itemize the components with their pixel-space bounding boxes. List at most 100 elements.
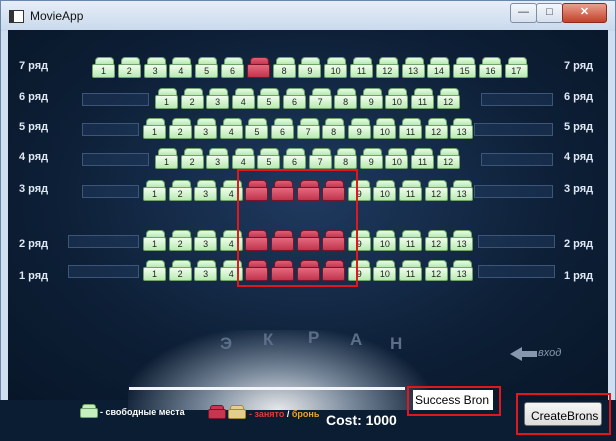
seat-free[interactable]: 3 <box>194 230 218 251</box>
seat-free[interactable]: 9 <box>359 88 383 109</box>
seat-free[interactable]: 11 <box>399 260 422 281</box>
seat-number: 2 <box>168 187 192 201</box>
legend-bron-text: бронь <box>291 409 320 419</box>
seat-free[interactable]: 11 <box>350 57 373 78</box>
seat-free[interactable]: 10 <box>373 230 397 251</box>
seat-free[interactable]: 1 <box>143 260 166 281</box>
seat-free[interactable]: 1 <box>143 230 166 251</box>
seat-free[interactable]: 2 <box>117 57 141 78</box>
seat-free[interactable]: 3 <box>206 148 230 169</box>
seat-free[interactable]: 2 <box>180 148 204 169</box>
seat-free[interactable]: 11 <box>411 88 434 109</box>
seat-free[interactable]: 7 <box>308 88 332 109</box>
seat-free[interactable]: 12 <box>424 180 448 201</box>
minimize-button[interactable]: — <box>510 3 537 23</box>
title-bar[interactable]: MovieApp — □ ✕ <box>1 1 615 31</box>
seat-free[interactable]: 13 <box>450 260 474 281</box>
seat-number: 3 <box>206 155 230 169</box>
entry-label: вход <box>538 347 562 359</box>
seat-free[interactable]: 5 <box>195 57 219 78</box>
seat-number: 4 <box>219 125 243 139</box>
row-label-right: 3 ряд <box>564 183 594 195</box>
seat-free[interactable]: 4 <box>169 57 193 78</box>
seat-free[interactable]: 1 <box>92 57 115 78</box>
seat-free[interactable]: 2 <box>168 260 192 281</box>
seat-free[interactable]: 13 <box>401 57 425 78</box>
seat-free[interactable]: 2 <box>168 118 192 139</box>
seat-free[interactable]: 1 <box>155 148 178 169</box>
seat-free[interactable]: 12 <box>424 230 448 251</box>
seat-free[interactable]: 9 <box>359 148 383 169</box>
seat-free[interactable]: 5 <box>245 118 269 139</box>
row-aisle-bar <box>474 185 553 198</box>
seat-free[interactable]: 12 <box>424 118 448 139</box>
seat-free[interactable]: 3 <box>194 180 218 201</box>
seat-free[interactable]: 6 <box>271 118 294 139</box>
seat-free[interactable]: 11 <box>399 180 422 201</box>
seat-free[interactable]: 7 <box>296 118 320 139</box>
row-aisle-bar <box>481 153 553 166</box>
seat-free[interactable]: 10 <box>324 57 348 78</box>
seat-free[interactable]: 2 <box>168 180 192 201</box>
seat-free[interactable]: 10 <box>373 118 397 139</box>
cost-display: Cost: 1000 <box>326 412 397 428</box>
seat-free[interactable]: 8 <box>272 57 296 78</box>
seat-free[interactable]: 17 <box>504 57 528 78</box>
seat-free[interactable]: 11 <box>399 118 422 139</box>
create-brons-button[interactable]: CreateBrons <box>524 402 602 426</box>
seat-number: 2 <box>117 64 141 78</box>
seat-free[interactable]: 4 <box>219 118 243 139</box>
seat-free[interactable]: 9 <box>298 57 322 78</box>
seat-free[interactable]: 2 <box>168 230 192 251</box>
seat-busy[interactable] <box>246 57 270 78</box>
seat-free[interactable]: 10 <box>373 180 397 201</box>
seat-free[interactable]: 5 <box>257 88 281 109</box>
seat-free[interactable]: 13 <box>450 230 474 251</box>
seat-free[interactable]: 10 <box>385 88 409 109</box>
seat-free[interactable]: 1 <box>143 180 166 201</box>
seat-free[interactable]: 9 <box>347 118 371 139</box>
seat-number: 7 <box>296 125 320 139</box>
seat-free[interactable]: 15 <box>453 57 477 78</box>
seat-free[interactable]: 5 <box>257 148 281 169</box>
row-aisle-bar <box>478 265 555 278</box>
seat-number: 4 <box>231 155 255 169</box>
legend-free-text: - свободные места <box>100 407 185 417</box>
seat-free[interactable]: 8 <box>322 118 346 139</box>
row-label-left: 6 ряд <box>19 91 49 103</box>
seat-free[interactable]: 13 <box>450 180 474 201</box>
seat-free[interactable]: 6 <box>283 148 306 169</box>
seat-free[interactable]: 3 <box>194 118 218 139</box>
seat-free[interactable]: 12 <box>436 148 460 169</box>
seat-free[interactable]: 2 <box>180 88 204 109</box>
seat-number: 8 <box>322 125 346 139</box>
seat-free[interactable]: 16 <box>479 57 502 78</box>
maximize-button[interactable]: □ <box>536 3 563 23</box>
screen-letter: Э <box>220 334 235 353</box>
seat-free[interactable]: 7 <box>308 148 332 169</box>
seat-free[interactable]: 6 <box>221 57 244 78</box>
seat-free[interactable]: 1 <box>155 88 178 109</box>
seat-free[interactable]: 10 <box>385 148 409 169</box>
seat-free[interactable]: 10 <box>373 260 397 281</box>
screen-letter: К <box>263 330 276 349</box>
seat-number: 10 <box>385 155 409 169</box>
seat-free[interactable]: 11 <box>399 230 422 251</box>
seat-free[interactable]: 6 <box>283 88 306 109</box>
seat-free[interactable]: 8 <box>334 88 358 109</box>
seat-free[interactable]: 4 <box>231 88 255 109</box>
seat-free[interactable]: 3 <box>206 88 230 109</box>
seat-number: 11 <box>350 64 373 78</box>
seat-free[interactable]: 12 <box>436 88 460 109</box>
seat-free[interactable]: 1 <box>143 118 166 139</box>
seat-free[interactable]: 13 <box>450 118 474 139</box>
seat-free[interactable]: 8 <box>334 148 358 169</box>
seat-free[interactable]: 11 <box>411 148 434 169</box>
seat-free[interactable]: 14 <box>427 57 451 78</box>
seat-free[interactable]: 4 <box>231 148 255 169</box>
seat-free[interactable]: 12 <box>424 260 448 281</box>
seat-free[interactable]: 12 <box>375 57 399 78</box>
seat-free[interactable]: 3 <box>194 260 218 281</box>
close-button[interactable]: ✕ <box>562 3 607 23</box>
seat-free[interactable]: 3 <box>143 57 167 78</box>
